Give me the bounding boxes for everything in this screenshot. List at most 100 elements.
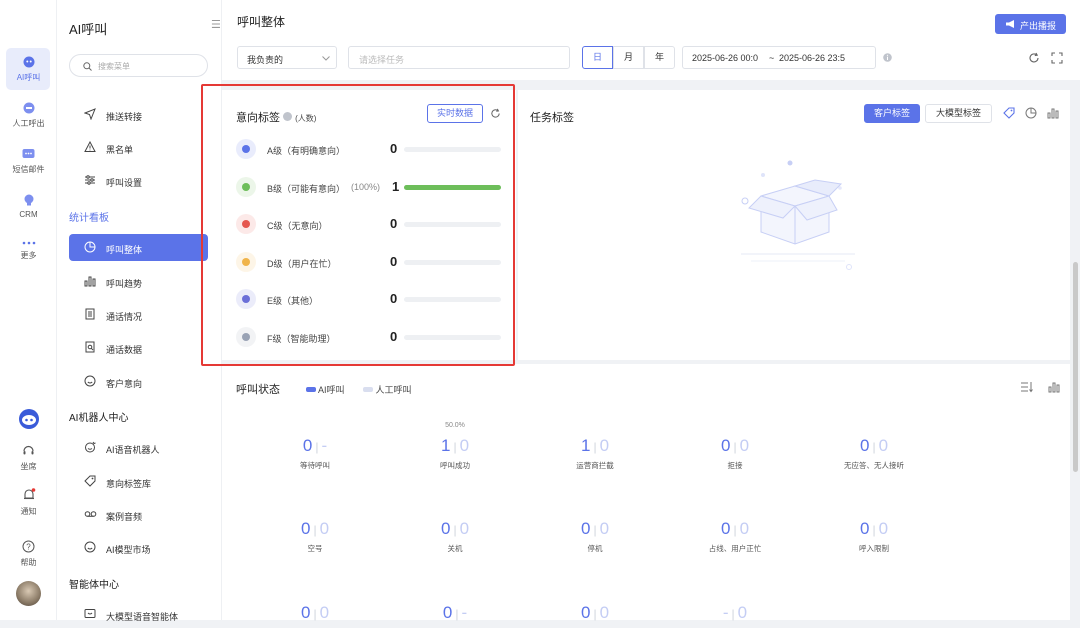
send-icon	[84, 108, 96, 120]
assistant-bot[interactable]	[0, 408, 57, 434]
crm-icon	[24, 194, 33, 206]
call-status-stat[interactable]: 0 | 0	[547, 603, 643, 627]
rail-item-label: 短信邮件	[12, 165, 45, 174]
call-status-stat[interactable]: 1 | 0 运营商拦截	[547, 436, 643, 471]
info-icon[interactable]	[883, 53, 892, 62]
menu-item-intent-tag-library[interactable]: 意向标签库	[69, 468, 208, 495]
refresh-icon[interactable]	[1028, 52, 1040, 64]
rail-item-notice[interactable]: 通知	[0, 488, 57, 517]
stat-manual-value: 0	[739, 436, 750, 455]
sort-list-icon[interactable]	[1020, 381, 1033, 393]
sms-email-icon	[22, 149, 35, 158]
rail-item-agent-seat[interactable]: 坐席	[0, 444, 57, 472]
stat-manual-value: 0	[459, 519, 470, 538]
bell-icon	[23, 488, 35, 500]
menu-item-label: 大模型语音智能体	[106, 612, 179, 622]
rail-item-manual-call[interactable]: 人工呼出	[0, 102, 57, 129]
stat-ai-value: 1	[440, 436, 451, 455]
owner-select[interactable]: 我负责的	[237, 46, 337, 69]
stat-manual-value: 0	[878, 519, 889, 538]
menu-item-call-trend[interactable]: 呼叫趋势	[69, 268, 208, 295]
broadcast-button[interactable]: 产出播报	[995, 14, 1066, 34]
task-select-input[interactable]: 请选择任务	[348, 46, 570, 69]
bar-chart-icon[interactable]	[1047, 107, 1059, 119]
stat-values: 0 | 0	[826, 519, 922, 540]
menu-item-case-audio[interactable]: 案例音频	[69, 501, 208, 528]
rail-item-ai-call[interactable]: AI呼叫	[0, 56, 57, 83]
stat-percent: 50.0%	[445, 422, 465, 429]
call-status-stat[interactable]: 0 | - 等待呼叫	[267, 436, 363, 471]
menu-item-call-overall[interactable]: 呼叫整体	[69, 234, 208, 261]
rail-item-sms-email[interactable]: 短信邮件	[0, 148, 57, 175]
seg-day[interactable]: 日	[582, 46, 613, 69]
stat-manual-value: 0	[319, 603, 330, 622]
date-range-picker[interactable]: 2025-06-26 00:0 ~ 2025-06-26 23:5	[682, 46, 876, 69]
stat-manual-value: 0	[599, 603, 610, 622]
call-status-stat[interactable]: 0 | 0 无应答、无人接听	[826, 436, 922, 471]
seg-year[interactable]: 年	[644, 46, 675, 69]
menu-item-label: 案例音频	[106, 512, 143, 522]
stat-manual-value: 0	[878, 436, 889, 455]
stat-separator: |	[313, 523, 317, 537]
menu-item-ai-voice-robot[interactable]: AI语音机器人	[69, 434, 208, 461]
stat-label: 关机	[447, 544, 463, 553]
legend-manual-call[interactable]: 人工呼叫	[363, 383, 412, 396]
menu-item-call-situation[interactable]: 通话情况	[69, 301, 208, 328]
rail-item-label: CRM	[19, 210, 38, 219]
call-status-stat[interactable]: 0 | 0 停机	[547, 519, 643, 554]
highlight-box	[201, 84, 515, 366]
menu-search-input[interactable]: 搜索菜单	[69, 54, 208, 77]
pie-chart-icon[interactable]	[1025, 107, 1037, 119]
group-agent-center[interactable]: 智能体中心	[69, 576, 119, 591]
rail-item-label: 更多	[20, 251, 37, 260]
smile-icon	[84, 541, 96, 553]
collapse-menu-icon[interactable]: ☰	[211, 18, 221, 31]
fullscreen-icon[interactable]	[1051, 52, 1063, 64]
call-status-stat[interactable]: 0 | 0 空号	[267, 519, 363, 554]
call-status-stat[interactable]: 0 | 0	[267, 603, 363, 627]
legend-manual-swatch	[363, 387, 373, 392]
menu-item-customer-intent[interactable]: 客户意向	[69, 368, 208, 395]
warning-icon	[84, 141, 96, 152]
stat-values: 1 | 0	[547, 436, 643, 457]
rail-item-help[interactable]: ? 帮助	[0, 540, 57, 568]
menu-item-blacklist[interactable]: 黑名单	[69, 134, 208, 161]
chat-screen-icon	[84, 609, 96, 618]
call-status-stat[interactable]: 0 | -	[407, 603, 503, 627]
menu-item-call-settings[interactable]: 呼叫设置	[69, 167, 208, 194]
rail-item-label: AI呼叫	[16, 73, 41, 82]
page-scrollbar[interactable]	[1073, 262, 1078, 472]
llm-tag-button[interactable]: 大模型标签	[925, 104, 992, 123]
legend-ai-call[interactable]: AI呼叫	[306, 383, 345, 396]
stat-manual-value: 0	[737, 603, 748, 622]
call-status-stat[interactable]: 0 | 0 占线、用户正忙	[687, 519, 783, 554]
customer-tag-button[interactable]: 客户标签	[864, 104, 920, 123]
menu-item-ai-model-market[interactable]: AI模型市场	[69, 534, 208, 561]
call-status-stat[interactable]: 0 | 0 拒接	[687, 436, 783, 471]
bar-chart-icon[interactable]	[1048, 381, 1060, 393]
seg-month[interactable]: 月	[613, 46, 644, 69]
tag-icon[interactable]	[1003, 107, 1015, 119]
rail-item-crm[interactable]: CRM	[0, 194, 57, 219]
stat-separator: |	[733, 523, 737, 537]
call-status-stat[interactable]: 50.0% 1 | 0 呼叫成功	[407, 422, 503, 471]
stat-ai-value: 0	[859, 436, 870, 455]
stat-values: 0 | 0	[687, 436, 783, 457]
call-status-stat[interactable]: - | 0	[687, 603, 783, 627]
stat-label: 停机	[587, 544, 603, 553]
stat-separator: |	[315, 440, 319, 454]
call-status-stat[interactable]: 0 | 0 呼入限制	[826, 519, 922, 554]
document-icon	[85, 308, 95, 320]
call-status-stat[interactable]: 0 | 0 关机	[407, 519, 503, 554]
stat-values: 0 | 0	[547, 603, 643, 624]
user-avatar[interactable]	[16, 581, 41, 606]
group-stats-board[interactable]: 统计看板	[69, 209, 109, 224]
chevron-down-icon	[322, 56, 330, 61]
menu-item-call-data[interactable]: 通话数据	[69, 334, 208, 361]
menu-item-llm-voice-agent[interactable]: 大模型语音智能体	[69, 601, 208, 628]
menu-item-label: 呼叫趋势	[106, 279, 143, 289]
menu-item-push-transfer[interactable]: 推送转接	[69, 101, 208, 128]
megaphone-icon	[1006, 20, 1014, 28]
group-robot-center[interactable]: AI机器人中心	[69, 409, 128, 424]
rail-item-more[interactable]: 更多	[0, 240, 57, 261]
